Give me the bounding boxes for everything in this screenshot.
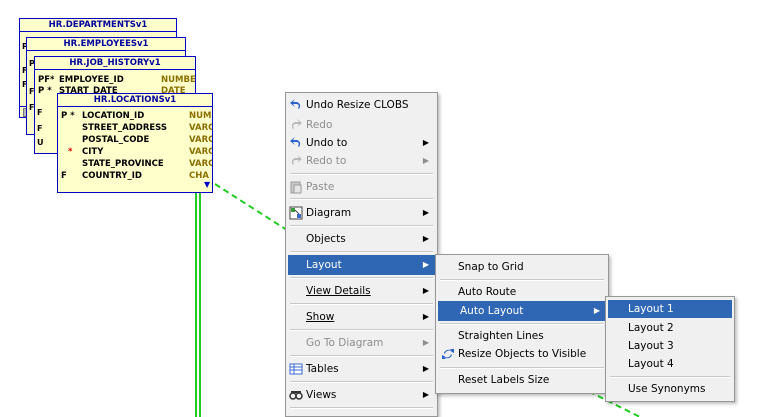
submenu-arrow-icon: ▶ [422, 338, 429, 347]
table-title: HR.JOB_HISTORYv1 [35, 57, 195, 70]
relation-line-dashed [214, 183, 291, 233]
menu-separator [290, 277, 433, 279]
views-icon [289, 391, 303, 400]
menu-separator [440, 367, 604, 369]
diagram-icon [289, 206, 303, 220]
table-title: HR.DEPARTMENTSv1 [20, 19, 176, 32]
expand-arrow-icon[interactable]: ▼ [204, 180, 210, 189]
table-locations[interactable]: HR.LOCATIONSv1 P * LOCATION_ID NUME STRE… [57, 93, 213, 193]
menu-item-redo-to[interactable]: Redo to ▶ [288, 151, 435, 171]
menu-item-diagram[interactable]: Diagram ▶ [288, 203, 435, 223]
menu-separator [290, 173, 433, 175]
submenu-arrow-icon: ▶ [422, 364, 429, 373]
menu-separator [440, 323, 604, 325]
key-marker: F [37, 124, 43, 133]
column-type: NUME [189, 111, 212, 121]
layout-submenu: Snap to Grid Auto Route Auto Layout ▶ St… [435, 254, 609, 394]
menu-item-undo-to[interactable]: Undo to ▶ [288, 133, 435, 153]
key-marker: F [61, 171, 67, 181]
table-column-row: * CITY VARC [58, 147, 212, 158]
table-column-row: F COUNTRY_ID CHA [58, 171, 212, 182]
column-type: VARC [189, 135, 213, 145]
submenu-arrow-icon: ▶ [422, 156, 429, 165]
key-marker: U [37, 138, 44, 147]
context-menu: Undo Resize CLOBS Redo Undo to ▶ Redo to… [285, 92, 438, 417]
menu-separator [290, 407, 433, 409]
key-marker: P * [38, 86, 52, 96]
menu-item-use-synonyms[interactable]: Use Synonyms [608, 380, 732, 398]
column-type: VARC [189, 159, 213, 169]
key-marker: P * [61, 111, 75, 121]
table-column-row: STREET_ADDRESS VARC [58, 123, 212, 134]
submenu-arrow-icon: ▶ [422, 138, 429, 147]
table-column-row: STATE_PROVINCE VARC [58, 159, 212, 170]
redo-icon [291, 119, 302, 129]
diagram-canvas[interactable]: HR.DEPARTMENTSv1 P F F HR.EMPLOYEESv1 P … [0, 0, 768, 417]
paste-icon [290, 181, 302, 194]
submenu-arrow-icon: ▶ [422, 234, 429, 243]
menu-item-snap-to-grid[interactable]: Snap to Grid [440, 257, 606, 277]
menu-separator [290, 355, 433, 357]
table-title: HR.EMPLOYEESv1 [27, 38, 185, 51]
menu-separator [290, 198, 433, 200]
menu-item-layout-2[interactable]: Layout 2 [608, 319, 732, 337]
undo-icon [290, 99, 301, 109]
menu-item-auto-route[interactable]: Auto Route [440, 282, 606, 302]
menu-item-undo-resize-clobs[interactable]: Undo Resize CLOBS [288, 95, 435, 115]
submenu-arrow-icon: ▶ [422, 312, 429, 321]
menu-separator [290, 303, 433, 305]
key-marker: PF* [38, 75, 55, 85]
menu-item-views[interactable]: Views ▶ [288, 385, 435, 405]
menu-separator [610, 376, 730, 378]
menu-separator [290, 251, 433, 253]
menu-item-tables[interactable]: Tables ▶ [288, 359, 435, 379]
table-icon [289, 363, 303, 375]
menu-item-paste[interactable]: Paste [288, 177, 435, 197]
auto-layout-submenu: Layout 1 Layout 2 Layout 3 Layout 4 Use … [605, 296, 735, 402]
submenu-arrow-icon: ▶ [422, 208, 429, 217]
column-name: COUNTRY_ID [82, 171, 142, 181]
column-name: POSTAL_CODE [82, 135, 150, 145]
submenu-arrow-icon: ▶ [422, 390, 429, 399]
submenu-arrow-icon: ▶ [593, 306, 600, 315]
column-type: VARC [189, 123, 213, 133]
menu-item-resize-objects-to-visible[interactable]: Resize Objects to Visible [440, 344, 606, 364]
key-marker: F [37, 108, 43, 117]
menu-item-straighten-lines[interactable]: Straighten Lines [440, 326, 606, 346]
table-title: HR.LOCATIONSv1 [58, 94, 212, 107]
menu-item-layout-3[interactable]: Layout 3 [608, 337, 732, 355]
menu-separator [290, 225, 433, 227]
column-name: STREET_ADDRESS [82, 123, 168, 133]
menu-item-objects[interactable]: Objects ▶ [288, 229, 435, 249]
menu-item-layout[interactable]: Layout ▶ [288, 255, 435, 275]
menu-separator [290, 329, 433, 331]
column-type: NUMBE [161, 75, 196, 85]
submenu-arrow-icon: ▶ [422, 260, 429, 269]
column-type: VARC [189, 147, 213, 157]
menu-item-redo[interactable]: Redo [288, 115, 435, 135]
table-column-row: PF* EMPLOYEE_ID NUMBE [35, 75, 195, 86]
menu-separator [290, 381, 433, 383]
column-name: CITY [82, 147, 104, 157]
menu-item-reset-labels-size[interactable]: Reset Labels Size [440, 370, 606, 390]
menu-item-layout-4[interactable]: Layout 4 [608, 355, 732, 373]
undo-icon [290, 137, 301, 147]
table-column-row: P * LOCATION_ID NUME [58, 111, 212, 122]
menu-item-layout-1[interactable]: Layout 1 [608, 300, 732, 318]
column-name: STATE_PROVINCE [82, 159, 164, 169]
menu-item-auto-layout[interactable]: Auto Layout ▶ [438, 301, 606, 321]
menu-item-go-to-diagram[interactable]: Go To Diagram ▶ [288, 333, 435, 353]
column-name: LOCATION_ID [82, 111, 145, 121]
menu-item-show[interactable]: Show ▶ [288, 307, 435, 327]
menu-item-view-details[interactable]: View Details ▶ [288, 281, 435, 301]
table-column-row: POSTAL_CODE VARC [58, 135, 212, 146]
redo-icon [291, 155, 302, 165]
column-name: EMPLOYEE_ID [59, 75, 124, 85]
menu-separator [440, 279, 604, 281]
resize-icon [442, 349, 454, 359]
submenu-arrow-icon: ▶ [422, 286, 429, 295]
